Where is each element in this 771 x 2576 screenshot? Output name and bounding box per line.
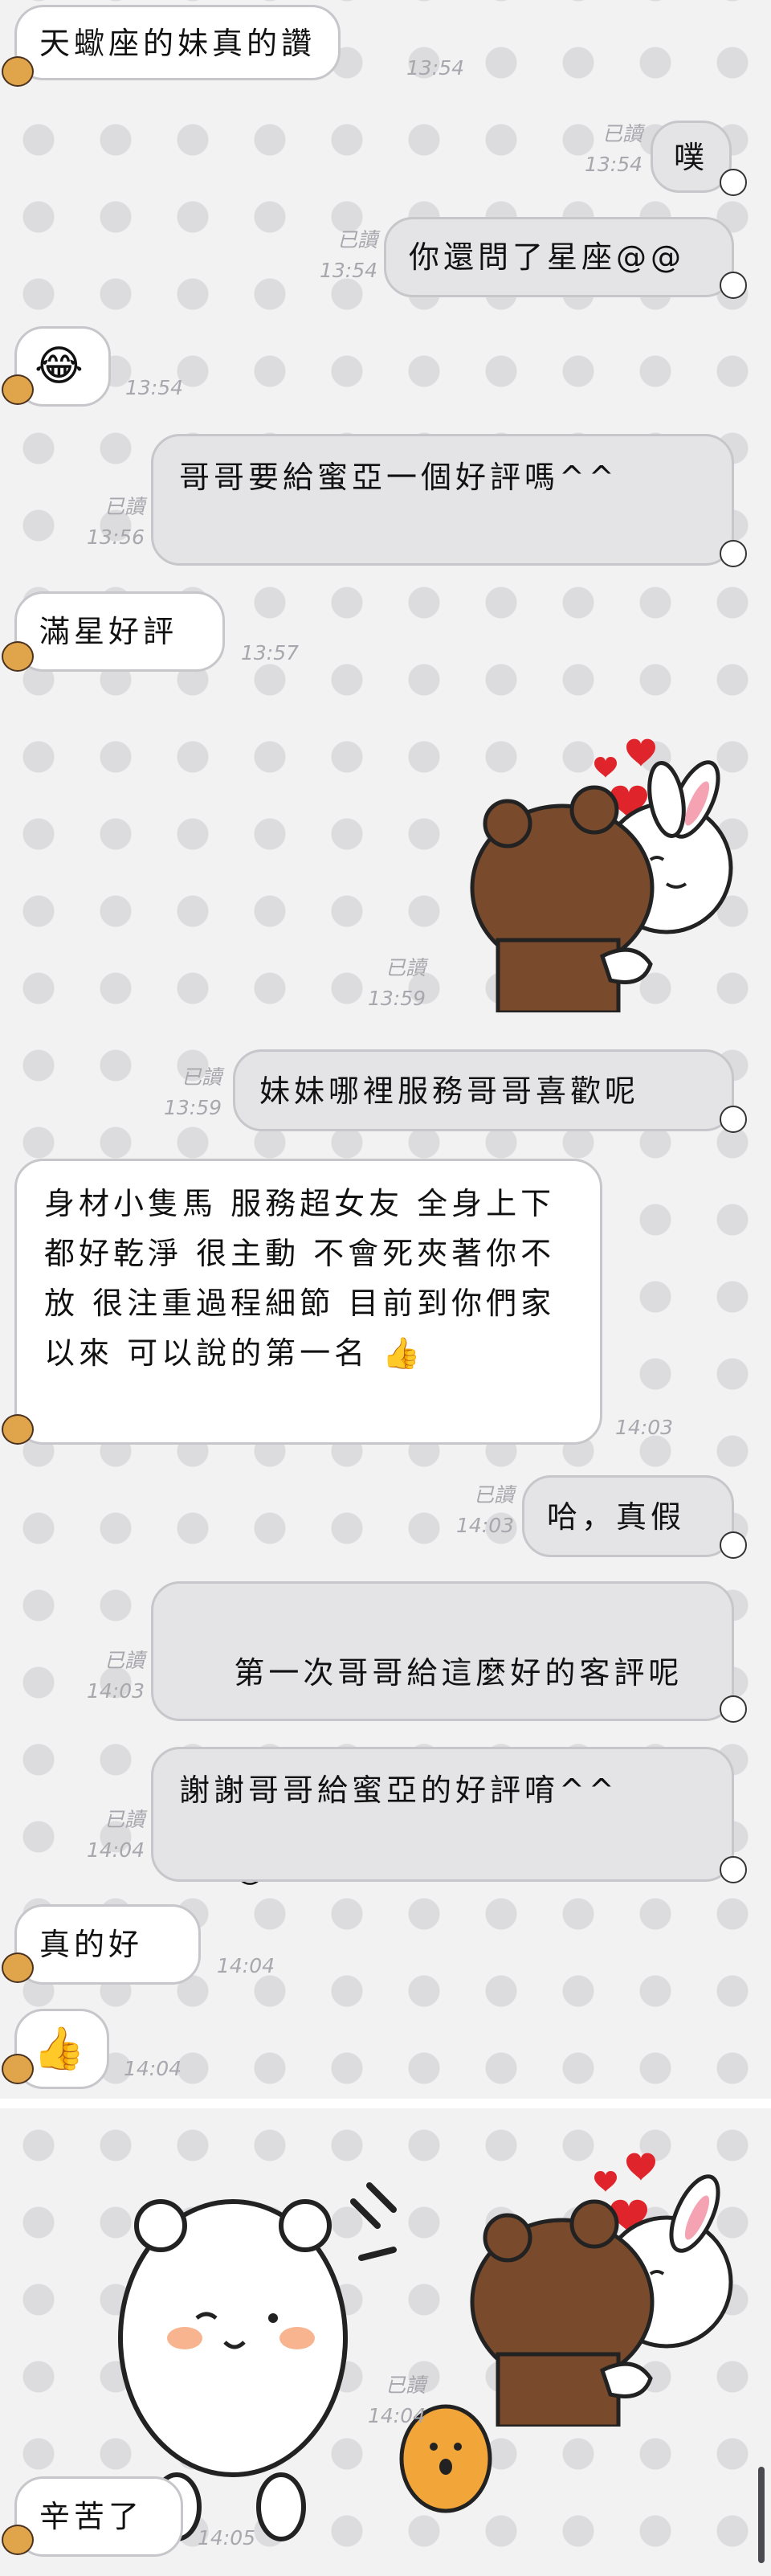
- message-bubble[interactable]: 真的好: [14, 1904, 201, 1985]
- bubble-tail-icon: [720, 1531, 747, 1559]
- message-meta: 14:04: [217, 1951, 275, 1981]
- message-text: 第一次哥哥給這麼好的客評呢: [234, 1655, 683, 1691]
- bear-hugging-bunny-hearts-sticker[interactable]: [466, 723, 739, 1012]
- message-meta: 已讀 14:04: [56, 1805, 145, 1866]
- message-bubble[interactable]: 謝謝哥哥給蜜亞的好評唷^^: [151, 1747, 734, 1882]
- message-bubble[interactable]: 身材小隻馬 服務超女友 全身上下都好乾淨 很主動 不會死夾著你不放 很注重過程細…: [14, 1159, 602, 1445]
- read-receipt: 已讀: [181, 1065, 222, 1089]
- message-time: 14:04: [367, 2404, 426, 2427]
- message-time: 13:59: [163, 1096, 222, 1119]
- message-meta: 已讀 13:56: [56, 492, 145, 553]
- message-time: 14:03: [455, 1514, 514, 1537]
- heart-icon: [594, 756, 617, 778]
- message-meta: 已讀 13:59: [345, 953, 426, 1014]
- heart-icon: [594, 2170, 617, 2192]
- message-bubble[interactable]: 哈，真假: [522, 1475, 734, 1557]
- bubble-tail-icon: [720, 169, 747, 196]
- message-time: 14:03: [615, 1416, 674, 1439]
- bubble-tail-icon: [720, 540, 747, 567]
- message-meta: 已讀 13:59: [141, 1062, 222, 1123]
- sender-avatar-icon[interactable]: [2, 2054, 34, 2084]
- message-meta: 13:54: [125, 373, 183, 403]
- bubble-tail-icon: [720, 1856, 747, 1883]
- message-meta: 已讀 14:03: [56, 1646, 145, 1707]
- bubble-tail-icon: [720, 1106, 747, 1133]
- message-time: 13:59: [367, 987, 426, 1010]
- message-time: 13:56: [86, 525, 145, 549]
- bubble-tail-icon: [720, 1695, 747, 1723]
- message-time: 14:04: [124, 2057, 182, 2080]
- message-meta: 13:57: [241, 638, 299, 669]
- message-time: 13:54: [584, 153, 642, 176]
- sender-avatar-icon[interactable]: [2, 56, 34, 87]
- message-meta: 已讀 14:03: [426, 1480, 514, 1541]
- read-receipt: 已讀: [104, 495, 145, 518]
- sender-avatar-icon[interactable]: [2, 1952, 34, 1983]
- message-time: 14:03: [86, 1679, 145, 1703]
- scrollbar[interactable]: [758, 2467, 765, 2563]
- sender-avatar-icon[interactable]: [2, 2525, 34, 2555]
- message-bubble[interactable]: 天蠍座的妹真的讚: [14, 5, 341, 80]
- message-time: 13:54: [319, 259, 377, 282]
- message-bubble[interactable]: 妹妹哪裡服務哥哥喜歡呢: [233, 1049, 734, 1131]
- message-bubble[interactable]: 第一次哥哥給這麼好的客評呢 😁 😁 😁: [151, 1581, 734, 1890]
- message-time: 14:04: [217, 1954, 275, 1977]
- screenshot-divider: [0, 2099, 771, 2108]
- message-meta: 已讀 13:54: [562, 119, 642, 180]
- sender-avatar-icon[interactable]: [2, 374, 34, 405]
- message-time: 13:54: [406, 56, 465, 80]
- read-receipt: 已讀: [385, 2374, 426, 2397]
- read-receipt: 已讀: [602, 122, 642, 145]
- message-time: 14:04: [86, 1838, 145, 1862]
- message-bubble[interactable]: 滿星好評: [14, 591, 225, 672]
- message-meta: 13:54: [406, 53, 464, 84]
- bear-hugging-bunny-hearts-sticker[interactable]: [466, 2137, 739, 2427]
- sender-avatar-icon[interactable]: [2, 1414, 34, 1445]
- message-time: 13:57: [241, 641, 300, 664]
- heart-icon: [626, 2153, 655, 2181]
- message-bubble[interactable]: 你還問了星座@@: [384, 217, 734, 297]
- read-receipt: 已讀: [385, 956, 426, 979]
- message-meta: 已讀 14:04: [353, 2370, 426, 2431]
- sender-avatar-icon[interactable]: [2, 641, 34, 672]
- message-meta: 14:03: [615, 1413, 673, 1443]
- message-time: 14:05: [198, 2526, 256, 2549]
- read-receipt: 已讀: [473, 1483, 514, 1507]
- message-meta: 14:05: [198, 2523, 255, 2554]
- message-meta: 已讀 13:54: [289, 225, 377, 286]
- message-bubble[interactable]: 哥哥要給蜜亞一個好評嗎^^: [151, 434, 734, 566]
- heart-icon: [626, 738, 655, 767]
- message-bubble[interactable]: 辛苦了: [14, 2476, 183, 2557]
- read-receipt: 已讀: [104, 1808, 145, 1831]
- message-time: 13:54: [125, 376, 184, 399]
- bubble-tail-icon: [720, 272, 747, 299]
- read-receipt: 已讀: [337, 228, 377, 251]
- read-receipt: 已讀: [104, 1649, 145, 1672]
- message-meta: 14:04: [124, 2054, 182, 2084]
